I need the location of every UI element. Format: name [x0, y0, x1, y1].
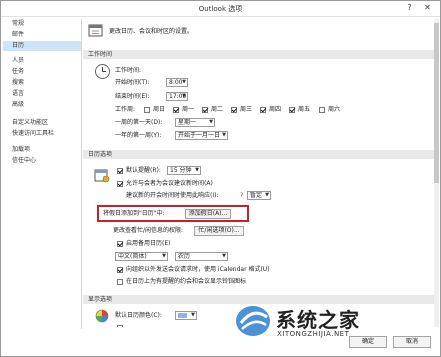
cancel-button[interactable]: 取消 — [393, 336, 431, 348]
propose-response-dropdown[interactable]: 暂定 ▼ — [247, 191, 271, 200]
sidebar-item-calendar[interactable]: 日历 — [3, 41, 81, 51]
sidebar-item-people[interactable]: 人员 — [3, 56, 81, 66]
watermark-logo-icon — [236, 306, 270, 336]
add-holidays-button[interactable]: 添加假日(A)... — [185, 209, 231, 219]
section-calendar-options: 日历选项 — [83, 150, 434, 159]
sidebar-item-general[interactable]: 常规 — [3, 19, 81, 29]
sidebar-item-mail[interactable]: 邮件 — [3, 30, 81, 40]
help-button[interactable]: ? — [403, 3, 416, 13]
chevron-down-icon: ▼ — [265, 192, 269, 198]
day-label-sat: 周六 — [328, 106, 341, 113]
content-pane: 更改日历、会议和时区的设置。 工作时间 工作时间: 开始时间(T): 8:00 ▼… — [83, 19, 434, 327]
end-time-label: 结束时间(E): — [115, 93, 150, 100]
day-checkbox-mon[interactable] — [173, 107, 179, 113]
calendar-header-icon — [88, 24, 103, 37]
day-label-tue: 周二 — [211, 106, 224, 113]
default-color-label: 默认日历颜色(C): — [115, 312, 162, 319]
allow-propose-checkbox[interactable] — [117, 181, 123, 187]
work-time-label: 工作时间: — [115, 67, 142, 74]
first-day-label: 一周的第一天(D): — [115, 119, 163, 126]
tentative-icon: ? — [240, 192, 244, 199]
day-label-fri: 周五 — [298, 106, 311, 113]
chevron-down-icon: ▼ — [209, 119, 213, 125]
clock-icon — [95, 64, 110, 79]
day-label-thu: 周四 — [269, 106, 282, 113]
add-holidays-label: 将假日添加到"日历"中: — [103, 210, 165, 217]
start-time-label: 开始时间(T): — [115, 79, 150, 86]
free-busy-button[interactable]: 忙/闲选项(O)... — [194, 226, 244, 236]
day-label-mon: 周一 — [182, 106, 195, 113]
day-checkbox-thu[interactable] — [260, 107, 266, 113]
header-text: 更改日历、会议和时区的设置。 — [109, 28, 194, 35]
free-busy-label: 更改查看忙/闲信息的权限: — [113, 227, 184, 234]
title-bar: Outlook 选项 ? ✕ — [1, 1, 440, 17]
propose-response-label: 建议新的开会时间时使用此响应(I): — [126, 192, 219, 199]
default-reminder-label: 默认提醒(R): — [126, 167, 161, 174]
day-label-wed: 周三 — [240, 106, 253, 113]
allow-propose-label: 允许与会者为会议建议新时间(A) — [126, 180, 213, 187]
sidebar-item-advanced[interactable]: 高级 — [3, 100, 81, 110]
first-week-dropdown[interactable]: 开始于一月一日 ▼ — [175, 131, 228, 140]
alt-calendar-checkbox[interactable] — [117, 241, 123, 247]
day-label-sun: 周日 — [153, 106, 166, 113]
first-week-label: 一年的第一周(Y): — [115, 132, 162, 139]
alt-calendar-type-dropdown[interactable]: 农历 ▼ — [175, 252, 228, 261]
chevron-down-icon: ▼ — [182, 93, 186, 99]
end-time-dropdown[interactable]: 17:00 ▼ — [166, 92, 188, 101]
alt-calendar-label: 启用备用日历(E) — [126, 240, 171, 247]
sidebar-item-quick-access-toolbar[interactable]: 快速访问工具栏 — [3, 129, 81, 139]
watermark-text: 系统之家 — [276, 308, 360, 332]
icalendar-checkbox[interactable] — [117, 267, 123, 273]
bell-icon-checkbox[interactable] — [117, 279, 123, 285]
color-swatch — [178, 313, 187, 318]
sidebar: 常规 邮件 日历 人员 任务 搜索 语言 高级 自定义功能区 快速访问工具栏 加… — [3, 19, 82, 329]
day-checkbox-sat[interactable] — [319, 107, 325, 113]
alt-calendar-language-dropdown[interactable]: 中文(简体) ▼ — [115, 252, 168, 261]
chevron-down-icon: ▼ — [222, 253, 226, 259]
default-reminder-dropdown[interactable]: 15 分钟 ▼ — [167, 166, 201, 175]
start-time-dropdown[interactable]: 8:00 ▼ — [166, 78, 188, 87]
first-day-dropdown[interactable]: 星期一 ▼ — [175, 118, 215, 127]
close-button[interactable]: ✕ — [421, 3, 434, 13]
sidebar-item-trust-center[interactable]: 信任中心 — [3, 156, 81, 166]
sidebar-item-language[interactable]: 语言 — [3, 89, 81, 99]
chevron-down-icon: ▼ — [191, 312, 195, 318]
sidebar-item-search[interactable]: 搜索 — [3, 78, 81, 88]
day-checkbox-sun[interactable] — [144, 107, 150, 113]
color-palette-icon — [95, 309, 109, 323]
outlook-options-window: Outlook 选项 ? ✕ 常规 邮件 日历 人员 任务 搜索 语言 高级 自… — [0, 0, 441, 357]
chevron-down-icon: ▼ — [195, 167, 199, 173]
chevron-down-icon: ▼ — [182, 79, 186, 85]
chevron-down-icon: ▼ — [222, 132, 226, 138]
icalendar-label: 向组织以外发送会议请求时，使用 iCalendar 格式(U) — [126, 266, 270, 273]
sidebar-item-customize-ribbon[interactable]: 自定义功能区 — [3, 118, 81, 128]
window-title: Outlook 选项 — [198, 5, 243, 13]
sidebar-item-addins[interactable]: 加载项 — [3, 145, 81, 155]
display-option-checkbox[interactable] — [117, 325, 123, 327]
day-checkbox-tue[interactable] — [202, 107, 208, 113]
chevron-down-icon: ▼ — [162, 253, 166, 259]
default-color-dropdown[interactable]: ▼ — [175, 311, 197, 320]
default-reminder-checkbox[interactable] — [117, 168, 123, 174]
day-checkbox-fri[interactable] — [289, 107, 295, 113]
ok-button[interactable]: 确定 — [349, 336, 387, 348]
calendar-options-icon — [94, 169, 110, 183]
work-week-label: 工作周: — [115, 106, 136, 113]
watermark-url: XITONGZHIJIA.NET — [277, 330, 350, 338]
sidebar-item-tasks[interactable]: 任务 — [3, 67, 81, 77]
section-work-time: 工作时间 — [83, 50, 434, 59]
scrollbar-thumb[interactable] — [434, 23, 439, 183]
bell-icon-label: 在日历上为有提醒的约会和会议显示铃铛图标 — [126, 278, 247, 285]
day-checkbox-wed[interactable] — [231, 107, 237, 113]
